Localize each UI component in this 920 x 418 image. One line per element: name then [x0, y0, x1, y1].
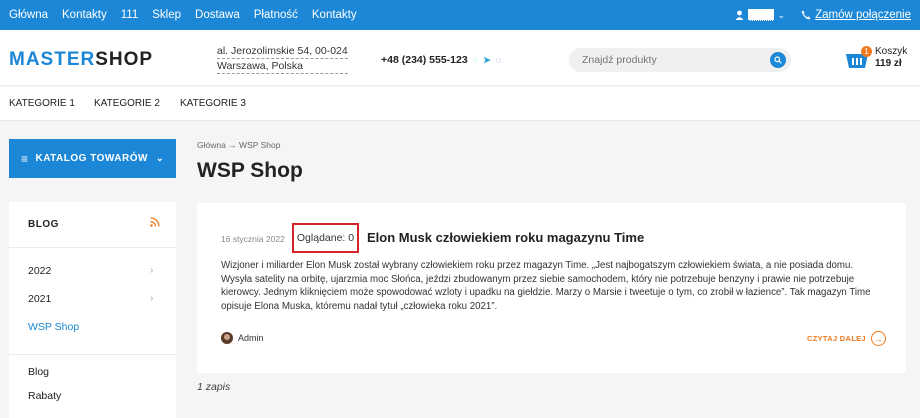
author-name: Admin	[238, 333, 264, 343]
chevron-right-icon: ›	[150, 293, 154, 304]
sidebar-link-rabaty[interactable]: Rabaty	[28, 390, 61, 402]
blog-year-2021[interactable]: 2021	[28, 293, 51, 305]
site-header: MASTERSHOP al. Jerozolimskie 54, 00-024 …	[0, 30, 920, 86]
logo-accent: MASTER	[9, 49, 96, 70]
address-line-2: Warszawa, Polska	[217, 59, 348, 74]
post-author: Admin	[221, 332, 264, 344]
chevron-right-icon: ›	[150, 265, 154, 276]
divider	[9, 354, 176, 355]
address-line-1: al. Jerozolimskie 54, 00-024	[217, 45, 348, 59]
read-more-link[interactable]: CZYTAJ DALEJ →	[807, 331, 886, 346]
catalog-button[interactable]: ≡ KATALOG TOWARÓW ⌄	[9, 139, 176, 178]
breadcrumb[interactable]: Główna → WSP Shop	[197, 140, 280, 150]
cart-label: Koszyk	[875, 46, 908, 57]
top-nav-contacts-2[interactable]: Kontakty	[312, 9, 357, 21]
phone-icon	[801, 10, 811, 20]
category-1[interactable]: KATEGORIE 1	[9, 98, 75, 109]
views-count: Oglądane: 0	[292, 223, 359, 253]
phone-contact: +48 (234) 555-123 ◌ ➤ ◌	[381, 54, 501, 66]
user-icon	[735, 10, 744, 20]
blog-item-wsp-shop[interactable]: WSP Shop	[28, 321, 79, 333]
post-count: 1 zapis	[197, 381, 231, 393]
chevron-down-icon: ⌄	[777, 9, 786, 20]
post-title[interactable]: Elon Musk człowiekiem roku magazynu Time	[367, 230, 644, 245]
cart[interactable]: 1 Koszyk 119 zł	[845, 45, 910, 73]
order-call-label: Zamów połączenie	[815, 9, 911, 21]
category-2[interactable]: KATEGORIE 2	[94, 98, 160, 109]
post-card: 16 stycznia 2022 Oglądane: 0 Elon Musk c…	[197, 203, 906, 373]
whatsapp-icon[interactable]: ◌	[473, 55, 478, 65]
search-icon	[774, 56, 782, 64]
views-count-label: Oglądane: 0	[296, 232, 355, 244]
phone-number[interactable]: +48 (234) 555-123	[381, 54, 468, 66]
top-bar: Główna Kontakty 111 Sklep Dostawa Płatno…	[0, 0, 920, 30]
top-nav-111[interactable]: 111	[121, 9, 138, 21]
telegram-icon[interactable]: ➤	[483, 55, 491, 66]
order-call-link[interactable]: Zamów połączenie	[801, 9, 911, 21]
sidebar-link-blog[interactable]: Blog	[28, 366, 49, 378]
cart-count-badge: 1	[861, 46, 872, 57]
top-nav-delivery[interactable]: Dostawa	[195, 9, 240, 21]
top-bar-right: ⌄ Zamów połączenie	[735, 0, 911, 30]
blog-heading: BLOG	[28, 219, 59, 230]
arrow-right-icon: →	[870, 331, 886, 346]
post-excerpt: Wizjoner i miliarder Elon Musk został wy…	[221, 260, 871, 312]
rss-icon[interactable]	[150, 217, 160, 227]
top-nav-contacts[interactable]: Kontakty	[62, 9, 107, 21]
blog-sidebar: BLOG 2022 › 2021 › WSP Shop Blog Rabaty	[9, 202, 176, 418]
read-more-label: CZYTAJ DALEJ	[807, 334, 866, 343]
post-date: 16 stycznia 2022	[221, 234, 285, 244]
search-input[interactable]	[582, 52, 762, 68]
blog-year-2022[interactable]: 2022	[28, 265, 51, 277]
avatar	[221, 332, 233, 344]
search-bar	[569, 48, 791, 72]
menu-icon: ≡	[20, 151, 29, 166]
catalog-button-label: KATALOG TOWARÓW	[35, 153, 148, 164]
user-name-field[interactable]	[747, 9, 774, 21]
store-address[interactable]: al. Jerozolimskie 54, 00-024 Warszawa, P…	[217, 44, 348, 74]
top-nav-shop[interactable]: Sklep	[152, 9, 181, 21]
top-nav-home[interactable]: Główna	[9, 9, 48, 21]
category-bar: KATEGORIE 1 KATEGORIE 2 KATEGORIE 3	[0, 87, 920, 121]
top-nav: Główna Kontakty 111 Sklep Dostawa Płatno…	[9, 0, 371, 30]
user-menu[interactable]: ⌄	[735, 9, 786, 21]
logo[interactable]: MASTERSHOP	[9, 49, 153, 71]
viber-icon[interactable]: ◌	[496, 55, 501, 65]
category-3[interactable]: KATEGORIE 3	[180, 98, 246, 109]
top-nav-payment[interactable]: Płatność	[254, 9, 298, 21]
search-button[interactable]	[770, 52, 786, 68]
divider	[9, 247, 176, 248]
cart-total: 119 zł	[875, 58, 902, 69]
logo-rest: SHOP	[95, 49, 154, 70]
page-title: WSP Shop	[197, 159, 303, 182]
chevron-down-icon: ⌄	[155, 153, 165, 163]
